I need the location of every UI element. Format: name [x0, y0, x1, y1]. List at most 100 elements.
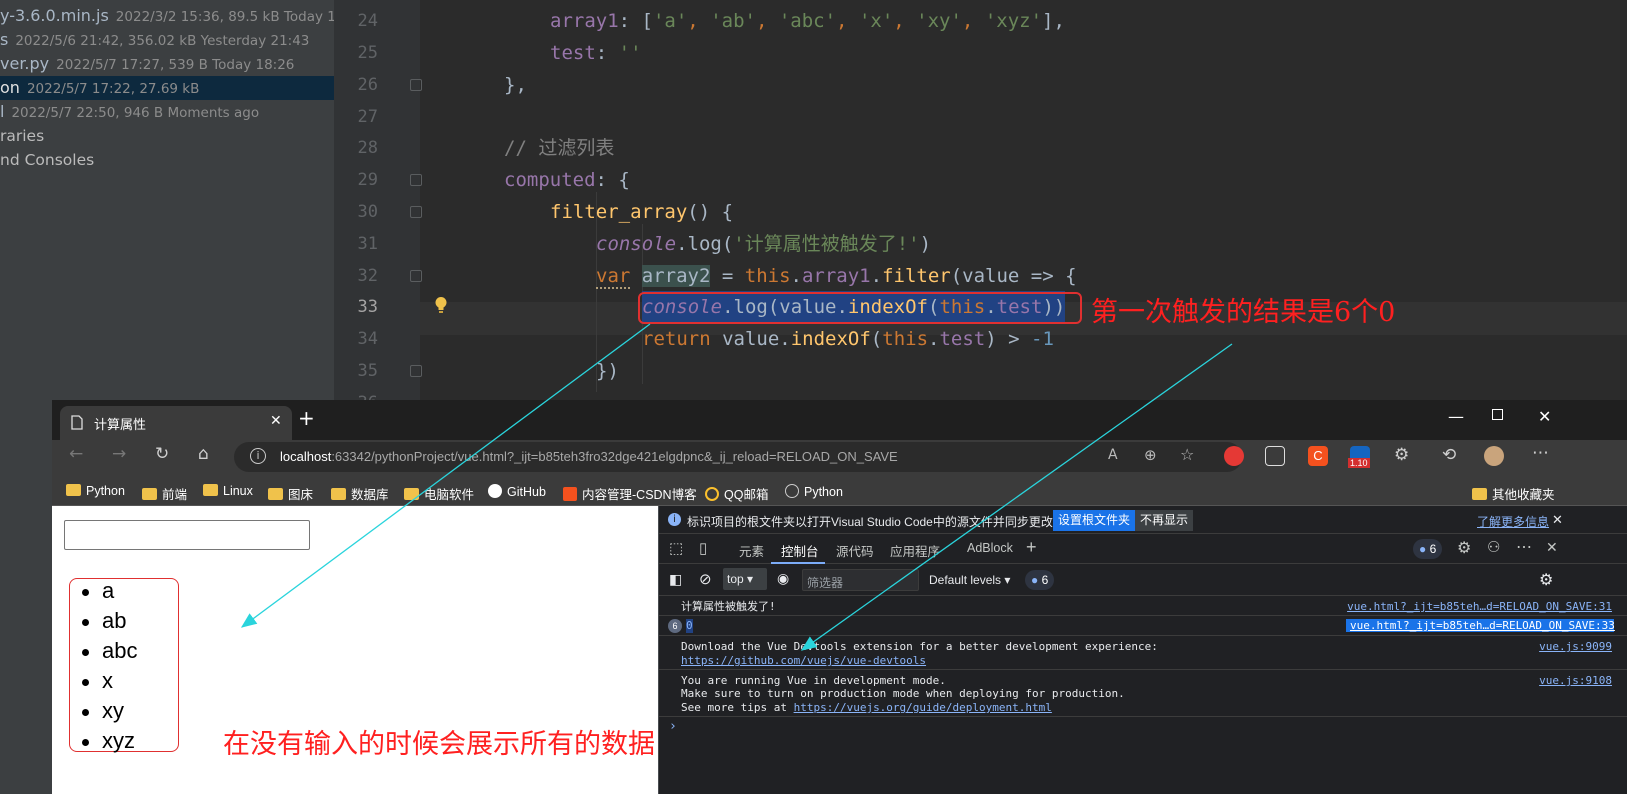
console-source-link[interactable]: vue.html?_ijt=b85teh…d=RELOAD_ON_SAVE:31 — [1347, 600, 1612, 613]
console-source-link[interactable]: vue.js:9108 — [1539, 674, 1612, 687]
extensions-icon[interactable]: ⚙ — [1394, 446, 1409, 464]
tab-sources[interactable]: 源代码 — [836, 541, 874, 560]
bookmark-other[interactable]: 其他收藏夹 — [1472, 484, 1555, 503]
devtools-infobar: i 标识项目的根文件夹以打开Visual Studio Code中的源文件并同步… — [659, 506, 1627, 534]
console-source-link[interactable]: vue.html?_ijt=b85teh…d=RELOAD_ON_SAVE:33 — [1346, 619, 1615, 632]
list-item: x — [82, 668, 113, 693]
minimize-icon[interactable]: — — [1448, 407, 1464, 426]
customize-icon[interactable]: ⚇ — [1487, 538, 1500, 556]
project-file-row[interactable]: ver.py 2022/5/7 17:27, 539 B Today 18:26 — [0, 52, 334, 76]
issues-badge[interactable]: ● 6 — [1413, 539, 1443, 559]
qqmail-icon — [705, 487, 719, 501]
lightbulb-icon[interactable] — [434, 296, 448, 314]
console-link[interactable]: https://github.com/vuejs/vue-devtools — [681, 654, 926, 668]
context-select[interactable]: top ▾ — [723, 568, 767, 590]
device-toolbar-icon[interactable]: ▯ — [699, 539, 707, 557]
line-number: 26 — [357, 75, 378, 95]
project-node-libraries[interactable]: raries — [0, 124, 334, 148]
code-token: (value => { — [950, 265, 1077, 287]
more-tabs-icon[interactable]: + — [1026, 537, 1037, 558]
tab-application[interactable]: 应用程序 — [890, 541, 940, 560]
bookmark-frontend[interactable]: 前端 — [142, 484, 187, 503]
fold-icon[interactable] — [410, 79, 422, 91]
forward-icon[interactable]: → — [112, 445, 126, 463]
bookmark-python-site[interactable]: Python — [785, 484, 843, 499]
clear-console-icon[interactable]: ⊘ — [699, 570, 712, 588]
editor-gutter[interactable]: 24 25 26 27 28 29 30 31 32 33 34 35 36 — [334, 0, 447, 420]
log-levels-select[interactable]: Default levels ▾ — [929, 573, 1010, 587]
project-file-row[interactable]: s 2022/5/6 21:42, 356.02 kB Yesterday 21:… — [0, 28, 334, 52]
more-menu-icon[interactable]: ⋯ — [1532, 444, 1549, 462]
line-number: 32 — [357, 266, 378, 286]
code-token: ) > — [985, 328, 1031, 350]
settings-icon[interactable]: ⚙ — [1457, 538, 1471, 558]
tab-console[interactable]: 控制台 — [781, 541, 819, 560]
browser-tab[interactable]: 计算属性 ✕ — [60, 406, 292, 440]
zoom-icon[interactable]: ⊕ — [1144, 446, 1157, 464]
line-number: 25 — [357, 43, 378, 63]
file-meta: 2022/5/7 17:27, 539 B Today 18:26 — [56, 57, 295, 73]
browser-titlebar: 计算属性 ✕ + — ✕ — [52, 400, 1627, 440]
code-token: '' — [618, 42, 642, 64]
home-icon[interactable]: ⌂ — [198, 445, 209, 463]
set-root-folder-button[interactable]: 设置根文件夹 — [1053, 510, 1136, 531]
close-infobar-icon[interactable]: ✕ — [1552, 512, 1563, 528]
bookmark-database[interactable]: 数据库 — [331, 484, 389, 503]
bookmark-imagebed[interactable]: 图床 — [268, 484, 313, 503]
code-token: console — [596, 233, 677, 255]
console-filter-input[interactable]: 筛选器 — [802, 569, 919, 591]
code-editor[interactable]: 24 25 26 27 28 29 30 31 32 33 34 35 36 a… — [334, 0, 1627, 420]
console-source-link[interactable]: vue.js:9099 — [1539, 640, 1612, 653]
console-settings-icon[interactable]: ⚙ — [1539, 570, 1553, 590]
close-tab-icon[interactable]: ✕ — [270, 413, 282, 429]
more-options-icon[interactable]: ⋯ — [1516, 537, 1532, 557]
fold-icon[interactable] — [410, 206, 422, 218]
live-expression-icon[interactable]: ◉ — [777, 570, 789, 587]
extension-icon[interactable] — [1224, 446, 1244, 466]
back-icon[interactable]: ← — [69, 445, 83, 463]
maximize-icon[interactable] — [1492, 409, 1503, 420]
fold-icon[interactable] — [410, 174, 422, 186]
project-file-row-selected[interactable]: on 2022/5/7 17:22, 27.69 kB — [0, 76, 334, 100]
inspect-icon[interactable]: ⬚ — [669, 539, 683, 557]
console-prompt[interactable]: › — [669, 720, 677, 734]
favorite-icon[interactable]: ☆ — [1180, 445, 1194, 464]
new-tab-icon[interactable]: + — [298, 408, 315, 428]
history-icon[interactable]: ⟲ — [1442, 446, 1456, 464]
filter-text-input[interactable] — [64, 520, 310, 550]
bookmark-software[interactable]: 电脑软件 — [404, 484, 474, 503]
fold-icon[interactable] — [410, 365, 422, 377]
info-icon[interactable]: i — [250, 448, 266, 464]
refresh-icon[interactable]: ↻ — [155, 445, 169, 463]
project-node-scratches[interactable]: nd Consoles — [0, 148, 334, 172]
bookmark-qqmail[interactable]: QQ邮箱 — [705, 484, 768, 503]
tab-adblock[interactable]: AdBlock — [967, 541, 1013, 555]
address-bar[interactable]: i localhost:63342/pythonProject/vue.html… — [234, 442, 1242, 472]
fold-icon[interactable] — [410, 270, 422, 282]
code-line-25: test: '' — [550, 37, 642, 70]
tab-elements[interactable]: 元素 — [739, 541, 764, 560]
project-file-row[interactable]: y-3.6.0.min.js 2022/3/2 15:36, 89.5 kB To… — [0, 4, 334, 28]
bookmark-csdn[interactable]: 内容管理-CSDN博客 — [563, 484, 697, 503]
learn-more-link[interactable]: 了解更多信息 — [1477, 513, 1549, 530]
close-window-icon[interactable]: ✕ — [1538, 407, 1551, 426]
bookmark-python[interactable]: Python — [66, 484, 125, 498]
console-link[interactable]: https://vuejs.org/guide/deployment.html — [794, 701, 1052, 714]
read-aloud-icon[interactable]: A — [1108, 447, 1118, 463]
close-devtools-icon[interactable]: ✕ — [1546, 539, 1558, 556]
dont-show-again-button[interactable]: 不再显示 — [1135, 510, 1194, 531]
extension-icon[interactable]: 1.10 — [1348, 446, 1370, 468]
avatar[interactable] — [1484, 446, 1504, 466]
bookmark-github[interactable]: GitHub — [488, 484, 546, 499]
line-number: 35 — [357, 361, 378, 381]
project-file-row[interactable]: l 2022/5/7 22:50, 946 B Moments ago — [0, 100, 334, 124]
sidebar-toggle-icon[interactable]: ◧ — [669, 571, 682, 588]
csdn-extension-icon[interactable]: C — [1308, 446, 1328, 466]
message-count-badge[interactable]: ● 6 — [1025, 570, 1055, 590]
folder-icon — [203, 484, 218, 496]
extension-icon[interactable] — [1265, 446, 1285, 466]
code-token: test — [939, 328, 986, 350]
code-line-29: computed: { — [504, 164, 630, 197]
url-host: localhost — [280, 449, 332, 464]
bookmark-linux[interactable]: Linux — [203, 484, 253, 498]
